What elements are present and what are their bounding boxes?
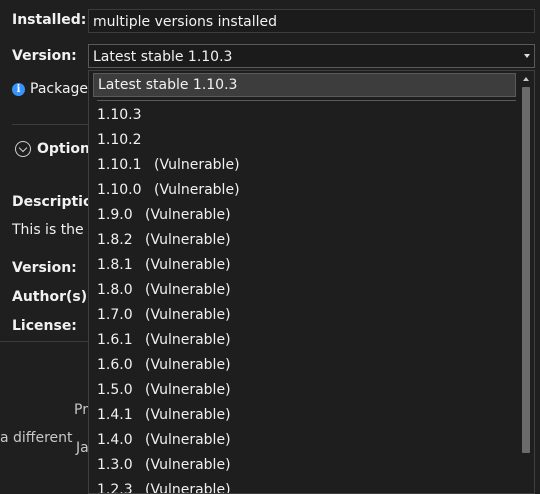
row-fragment: Ja xyxy=(76,440,89,456)
installed-value: multiple versions installed xyxy=(93,14,278,30)
dropdown-item-status: (Vulnerable) xyxy=(145,357,231,373)
dropdown-item-status: (Vulnerable) xyxy=(145,382,231,398)
dropdown-item-status: (Vulnerable) xyxy=(145,207,231,223)
dropdown-item-status: (Vulnerable) xyxy=(145,232,231,248)
dropdown-item-status: (Vulnerable) xyxy=(145,457,231,473)
dropdown-item-version: 1.6.0 xyxy=(97,357,133,373)
dropdown-item-version: 1.5.0 xyxy=(97,382,133,398)
dropdown-scrollbar[interactable] xyxy=(518,71,534,493)
column-header-fragment: Pr xyxy=(74,402,88,418)
dropdown-item-status: (Vulnerable) xyxy=(145,282,231,298)
dropdown-item[interactable]: 1.6.0 (Vulnerable) xyxy=(97,353,231,378)
dropdown-item[interactable]: 1.7.0 (Vulnerable) xyxy=(97,303,231,328)
dropdown-item[interactable]: 1.6.1 (Vulnerable) xyxy=(97,328,231,353)
dropdown-item[interactable]: 1.4.1 (Vulnerable) xyxy=(97,403,231,428)
dropdown-item-version: 1.7.0 xyxy=(97,307,133,323)
dropdown-item[interactable]: 1.8.1 (Vulnerable) xyxy=(97,253,231,278)
scroll-thumb[interactable] xyxy=(522,87,530,453)
dropdown-item-status: (Vulnerable) xyxy=(145,307,231,323)
dropdown-item-version: 1.2.3 xyxy=(97,482,133,494)
dropdown-selected-item[interactable]: Latest stable 1.10.3 xyxy=(93,73,516,97)
dropdown-item-status: (Vulnerable) xyxy=(145,432,231,448)
dropdown-item-status: (Vulnerable) xyxy=(154,182,240,198)
dropdown-item-version: 1.3.0 xyxy=(97,457,133,473)
dropdown-item-status: (Vulnerable) xyxy=(145,482,231,494)
dropdown-item[interactable]: 1.2.3 (Vulnerable) xyxy=(97,478,231,494)
text-fragment: a different xyxy=(0,430,73,446)
dropdown-item-version: 1.10.2 xyxy=(97,132,142,148)
dropdown-item-status: (Vulnerable) xyxy=(145,257,231,273)
dropdown-item-version: 1.8.0 xyxy=(97,282,133,298)
dropdown-item[interactable]: 1.8.0 (Vulnerable) xyxy=(97,278,231,303)
dropdown-item[interactable]: 1.10.1 (Vulnerable) xyxy=(97,153,240,178)
details-license-label: License: xyxy=(12,318,77,334)
dropdown-item-version: 1.6.1 xyxy=(97,332,133,348)
installed-label: Installed: xyxy=(12,12,87,28)
options-label[interactable]: Option xyxy=(37,141,90,157)
chevron-down-icon[interactable] xyxy=(524,54,530,58)
scroll-up-icon[interactable] xyxy=(523,77,529,81)
dropdown-item-status: (Vulnerable) xyxy=(145,332,231,348)
version-label: Version: xyxy=(12,48,77,64)
dropdown-item-version: 1.4.1 xyxy=(97,407,133,423)
details-authors-label: Author(s): xyxy=(12,289,93,305)
dropdown-item-status: (Vulnerable) xyxy=(154,157,240,173)
dropdown-item[interactable]: 1.4.0 (Vulnerable) xyxy=(97,428,231,453)
chevron-circle-icon[interactable] xyxy=(15,141,31,157)
dropdown-item-status: (Vulnerable) xyxy=(145,407,231,423)
dropdown-item-version: 1.8.1 xyxy=(97,257,133,273)
dropdown-item-version: 1.8.2 xyxy=(97,232,133,248)
dropdown-item[interactable]: 1.5.0 (Vulnerable) xyxy=(97,378,231,403)
description-heading: Descriptio xyxy=(12,194,93,210)
divider xyxy=(0,341,90,342)
dropdown-selected-label: Latest stable 1.10.3 xyxy=(98,77,238,93)
version-dropdown-list[interactable]: Latest stable 1.10.3 1.10.3 1.10.2 1.10.1 (… xyxy=(88,70,535,494)
dropdown-item-version: 1.9.0 xyxy=(97,207,133,223)
description-text: This is the i xyxy=(12,222,93,238)
package-label: Package xyxy=(30,81,89,97)
dropdown-divider xyxy=(97,100,516,101)
dropdown-item-version: 1.4.0 xyxy=(97,432,133,448)
dropdown-item-version: 1.10.3 xyxy=(97,107,142,123)
dropdown-item[interactable]: 1.9.0 (Vulnerable) xyxy=(97,203,231,228)
divider xyxy=(12,124,92,125)
dropdown-item[interactable]: 1.10.3 xyxy=(97,103,142,128)
dropdown-item[interactable]: 1.3.0 (Vulnerable) xyxy=(97,453,231,478)
version-select-value: Latest stable 1.10.3 xyxy=(93,49,233,65)
dropdown-item[interactable]: 1.10.0 (Vulnerable) xyxy=(97,178,240,203)
details-version-label: Version: xyxy=(12,260,77,276)
dropdown-item-version: 1.10.1 xyxy=(97,157,142,173)
dropdown-item[interactable]: 1.8.2 (Vulnerable) xyxy=(97,228,231,253)
dropdown-item-version: 1.10.0 xyxy=(97,182,142,198)
dropdown-item[interactable]: 1.10.2 xyxy=(97,128,142,153)
installed-field: multiple versions installed xyxy=(88,9,535,33)
version-select[interactable]: Latest stable 1.10.3 xyxy=(88,44,535,68)
info-icon: i xyxy=(12,83,25,96)
